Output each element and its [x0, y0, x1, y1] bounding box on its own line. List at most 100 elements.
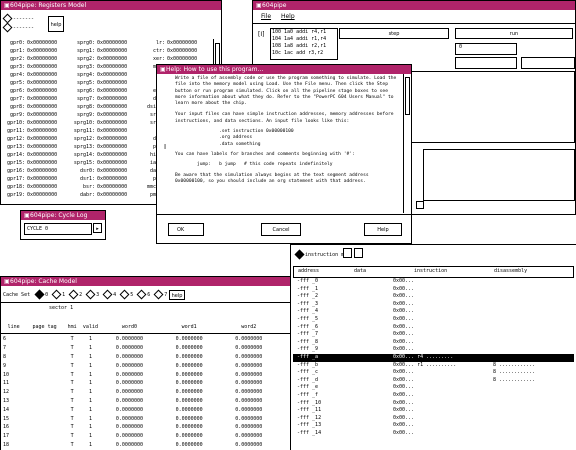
cache-help-button[interactable]: help	[169, 290, 185, 300]
main-titlebar[interactable]: ▣604pipe	[253, 1, 575, 10]
scrollbar-thumb[interactable]	[405, 77, 410, 115]
radio-icon[interactable]	[119, 289, 130, 300]
register-value[interactable]: 0x00000000	[27, 47, 57, 55]
register-value[interactable]: 0x00000000	[27, 95, 57, 103]
memory-row[interactable]: -fff _7 0x00...	[293, 331, 574, 339]
register-value[interactable]: 0x00000000	[27, 39, 57, 47]
radio-icon[interactable]	[2, 22, 13, 33]
status-field[interactable]	[455, 57, 517, 69]
memory-row[interactable]: -fff _13 0x00...	[293, 422, 574, 430]
scroll-arrow-icon[interactable]	[416, 201, 424, 209]
register-value[interactable]: 0x00000000	[27, 119, 57, 127]
registers-radio-2[interactable]: -------	[2, 22, 34, 33]
registers-help-button[interactable]: help	[48, 16, 64, 32]
register-value[interactable]: 0x00000000	[97, 55, 127, 63]
cache-set-radio-3[interactable]: 3	[85, 289, 99, 300]
memory-button-2[interactable]	[354, 248, 363, 258]
register-value[interactable]: 0x00000000	[27, 159, 57, 167]
cycle-log-titlebar[interactable]: ▣604pipe: Cycle Log	[21, 211, 105, 220]
memory-row[interactable]: -fff _14 0x00...	[293, 430, 574, 438]
register-value[interactable]: 0x00000000	[97, 71, 127, 79]
register-value[interactable]: 0x00000000	[97, 159, 127, 167]
register-value[interactable]: 0x00000000	[97, 47, 127, 55]
register-value[interactable]: 0x00000000	[97, 87, 127, 95]
radio-icon[interactable]	[294, 249, 305, 260]
register-value[interactable]: 0x00000000	[97, 151, 127, 159]
memory-row[interactable]: -fff _10 0x00...	[293, 400, 574, 408]
radio-icon[interactable]	[153, 289, 164, 300]
cache-set-radio-0[interactable]: 0	[34, 289, 48, 300]
register-value[interactable]: 0x00000000	[27, 55, 57, 63]
radio-icon[interactable]	[34, 289, 45, 300]
memory-row[interactable]: -fff _5 0x00...	[293, 316, 574, 324]
memory-row[interactable]: -fff _c 0x00... 8 ............	[293, 369, 574, 377]
cache-set-radio-5[interactable]: 5	[119, 289, 133, 300]
register-value[interactable]: 0x00000000	[97, 143, 127, 151]
memory-row[interactable]: -fff _12 0x00...	[293, 415, 574, 423]
memory-row[interactable]: -fff _2 0x00...	[293, 293, 574, 301]
ok-button[interactable]: OK	[168, 223, 204, 236]
memory-list[interactable]: -fff _0 0x00... -fff _1 0x00... -fff _2 0x00.…	[293, 278, 574, 450]
register-value[interactable]: 0x00000000	[97, 119, 127, 127]
menu-help[interactable]: Help	[281, 13, 295, 20]
memory-row[interactable]: -fff _11 0x00...	[293, 407, 574, 415]
cycle-count-field[interactable]: 0	[455, 43, 517, 55]
scroll-arrow-icon[interactable]: ▸	[93, 223, 102, 233]
register-value[interactable]: 0x00000000	[27, 151, 57, 159]
register-value[interactable]: 0x00000000	[27, 175, 57, 183]
radio-icon[interactable]	[102, 289, 113, 300]
pipeline-panel[interactable]	[403, 71, 575, 143]
register-value[interactable]: 0x00000000	[97, 183, 127, 191]
register-value[interactable]: 0x00000000	[27, 135, 57, 143]
register-value[interactable]: 0x00000000	[97, 79, 127, 87]
register-value[interactable]: 0x00000000	[27, 111, 57, 119]
register-value[interactable]: 0x00000000	[27, 127, 57, 135]
memory-row[interactable]: -fff _f 0x00...	[293, 392, 574, 400]
memory-row[interactable]: -fff _1 0x00...	[293, 286, 574, 294]
radio-icon[interactable]	[136, 289, 147, 300]
register-value[interactable]: 0x00000000	[97, 111, 127, 119]
menu-file[interactable]: File	[261, 13, 271, 20]
memory-row[interactable]: -fff _3 0x00...	[293, 301, 574, 309]
memory-row[interactable]: -fff _6 0x00...	[293, 324, 574, 332]
radio-icon[interactable]	[51, 289, 62, 300]
memory-row-selected[interactable]: -fff _a 0x00... r4 .........	[293, 353, 574, 362]
memory-row[interactable]: -fff _0 0x00...	[293, 278, 574, 286]
register-value[interactable]: 0x00000000	[97, 135, 127, 143]
register-value[interactable]: 0x00000000	[27, 79, 57, 87]
register-value[interactable]: 0x00000000	[97, 175, 127, 183]
cancel-button[interactable]: Cancel	[261, 223, 301, 236]
registers-titlebar[interactable]: ▣604pipe: Registers Model	[1, 1, 221, 10]
cache-set-radio-2[interactable]: 2	[68, 289, 82, 300]
pipeline-panel-2[interactable]	[423, 149, 575, 201]
register-value[interactable]: 0x00000000	[97, 95, 127, 103]
status-field-2[interactable]	[521, 57, 575, 69]
memory-radio[interactable]: instruction mem	[294, 249, 350, 260]
register-value[interactable]: 0x00000000	[97, 191, 127, 199]
register-value[interactable]: 0x00000000	[27, 183, 57, 191]
dialog-help-button[interactable]: Help	[364, 223, 402, 236]
register-value[interactable]: 0x00000000	[97, 39, 127, 47]
memory-row[interactable]: -fff _d 0x00... 8 ............	[293, 377, 574, 385]
register-value[interactable]: 0x00000000	[167, 47, 197, 55]
cache-set-radio-6[interactable]: 6	[136, 289, 150, 300]
cycle-log-field[interactable]: CYCLE 0	[24, 223, 92, 235]
register-value[interactable]: 0x00000000	[27, 167, 57, 175]
memory-row[interactable]: -fff _8 0x00...	[293, 339, 574, 347]
register-value[interactable]: 0x00000000	[97, 103, 127, 111]
register-value[interactable]: 0x00000000	[27, 87, 57, 95]
register-value[interactable]: 0x00000000	[27, 103, 57, 111]
cache-set-radio-4[interactable]: 4	[102, 289, 116, 300]
register-value[interactable]: 0x00000000	[167, 39, 197, 47]
register-value[interactable]: 0x00000000	[97, 63, 127, 71]
memory-button-1[interactable]	[343, 248, 352, 258]
run-button[interactable]: run	[455, 28, 573, 39]
step-button[interactable]: step	[339, 28, 449, 39]
help-scrollbar[interactable]	[403, 74, 411, 213]
cache-set-radio-1[interactable]: 1	[51, 289, 65, 300]
memory-row[interactable]: -fff _4 0x00...	[293, 308, 574, 316]
register-value[interactable]: 0x00000000	[27, 191, 57, 199]
register-value[interactable]: 0x00000000	[27, 71, 57, 79]
register-value[interactable]: 0x00000000	[97, 127, 127, 135]
cache-set-radio-7[interactable]: 7	[153, 289, 167, 300]
